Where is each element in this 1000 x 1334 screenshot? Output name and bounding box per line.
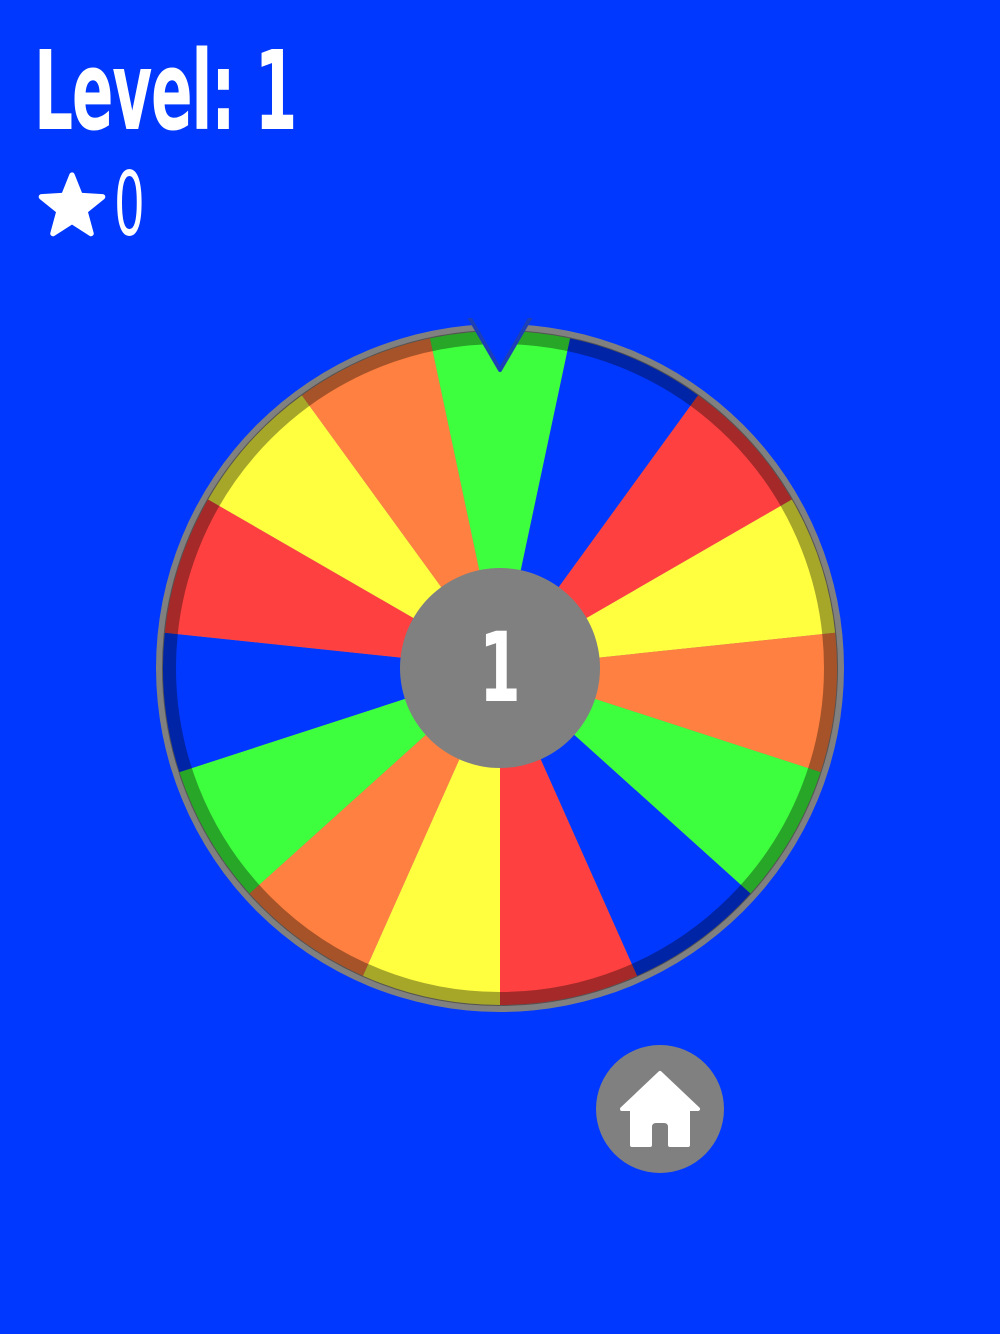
home-button[interactable] bbox=[596, 1045, 724, 1173]
level-label: Level: 1 bbox=[34, 27, 297, 155]
star-count: 0 bbox=[114, 153, 145, 256]
color-wheel[interactable]: 1 bbox=[150, 318, 850, 1018]
hub-number: 1 bbox=[479, 612, 520, 724]
star-icon bbox=[38, 172, 106, 237]
star-counter: 0 bbox=[38, 160, 170, 250]
home-icon bbox=[620, 1071, 700, 1147]
